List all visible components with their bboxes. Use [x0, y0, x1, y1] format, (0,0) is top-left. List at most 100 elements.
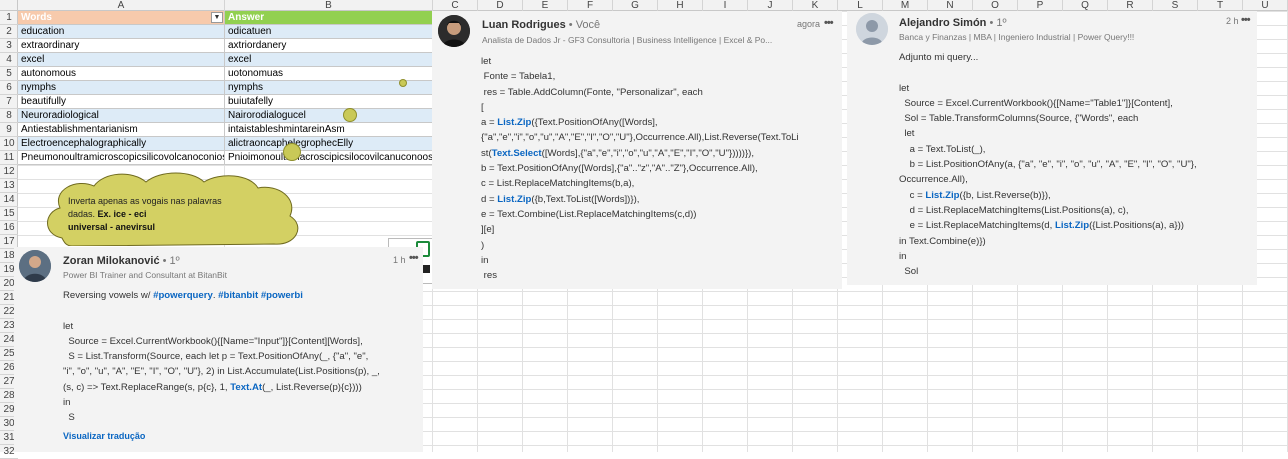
inline-link[interactable]: #powerquery	[153, 290, 213, 301]
inline-link[interactable]: Text.At	[230, 382, 262, 393]
column-header-u[interactable]: U	[1243, 0, 1288, 11]
column-header-m[interactable]: M	[883, 0, 928, 11]
row-header-10[interactable]: 10	[0, 137, 18, 151]
cell-answer[interactable]: intaistableshmintareinAsm	[225, 123, 433, 137]
dropdown-arrow-icon[interactable]: ▼	[211, 12, 223, 23]
column-header-b[interactable]: B	[225, 0, 433, 11]
inline-link[interactable]: List.Zip	[925, 190, 959, 201]
column-header-g[interactable]: G	[613, 0, 658, 11]
cell-word[interactable]: beautifully	[18, 95, 225, 109]
code-line: "i", "o", "u", "A", "E", "I", "O", "U"},…	[63, 366, 380, 378]
cell-word[interactable]: Pneumonoultramicroscopicsilicovolcanocon…	[18, 151, 225, 165]
comment-body-luan: let Fonte = Tabela1, res = Table.AddColu…	[481, 54, 799, 283]
code-line: st(Text.Select([Words],{"a","e","i","o",…	[481, 147, 755, 159]
cell-answer[interactable]: buiutafelly	[225, 95, 433, 109]
row-header-13[interactable]: 13	[0, 179, 18, 193]
row-header-3[interactable]: 3	[0, 39, 18, 53]
code-line: b = List.PositionOfAny(a, {"a", "e", "i"…	[899, 159, 1197, 171]
cell-word[interactable]: Neuroradiological	[18, 109, 225, 123]
cell-word[interactable]: excel	[18, 53, 225, 67]
cell-answer[interactable]: axtriordanery	[225, 39, 433, 53]
code-line: S = List.Transform(Source, each let p = …	[63, 351, 369, 363]
column-header-c[interactable]: C	[433, 0, 478, 11]
column-header-q[interactable]: Q	[1063, 0, 1108, 11]
row-header-6[interactable]: 6	[0, 81, 18, 95]
inline-link[interactable]: #powerbi	[261, 290, 303, 301]
inline-link[interactable]: List.Zip	[497, 194, 531, 205]
cell-word[interactable]: Electroencephalographically	[18, 137, 225, 151]
author-subtitle-alejandro: Banca y Finanzas | MBA | Ingeniero Indus…	[899, 32, 1135, 42]
code-line: S	[63, 412, 75, 424]
cell-answer[interactable]: Nairorodialogucel	[225, 109, 433, 123]
cloud-line-3: universal - anevirsul	[68, 222, 156, 232]
column-header-t[interactable]: T	[1198, 0, 1243, 11]
avatar-zoran[interactable]	[19, 250, 51, 282]
cell-answer[interactable]: odicatuen	[225, 25, 433, 39]
author-name-zoran[interactable]: Zoran Milokanović • 1º	[63, 255, 180, 267]
author-subtitle-luan: Analista de Dados Jr - GF3 Consultoria |…	[482, 35, 773, 45]
column-header-n[interactable]: N	[928, 0, 973, 11]
more-options-icon[interactable]: •••	[824, 17, 834, 29]
code-line: let	[899, 82, 910, 94]
code-line: c = List.Zip({b, List.Reverse(b)}),	[899, 189, 1051, 201]
code-line: in	[481, 254, 489, 266]
row-header-11[interactable]: 11	[0, 151, 18, 165]
inline-link[interactable]: Text.Select	[492, 148, 542, 159]
row-header-16[interactable]: 16	[0, 221, 18, 235]
code-line: Source = Excel.CurrentWorkbook(){[Name="…	[899, 97, 1173, 109]
author-subtitle-zoran: Power BI Trainer and Consultant at Bitan…	[63, 270, 227, 280]
header-words[interactable]: Words	[18, 11, 225, 25]
column-header-p[interactable]: P	[1018, 0, 1063, 11]
row-header-2[interactable]: 2	[0, 25, 18, 39]
column-header-j[interactable]: J	[748, 0, 793, 11]
row-header-15[interactable]: 15	[0, 207, 18, 221]
shape-dot-large	[283, 143, 301, 161]
column-header-f[interactable]: F	[568, 0, 613, 11]
column-header-h[interactable]: H	[658, 0, 703, 11]
author-name-luan[interactable]: Luan Rodrigues • Você	[482, 19, 600, 31]
more-options-icon[interactable]: •••	[409, 252, 419, 264]
code-line: b = Text.PositionOfAny([Words],{"a".."z"…	[481, 163, 758, 175]
row-header-1[interactable]: 1	[0, 11, 18, 25]
row-header-8[interactable]: 8	[0, 109, 18, 123]
column-header-s[interactable]: S	[1153, 0, 1198, 11]
column-header-d[interactable]: D	[478, 0, 523, 11]
timestamp-zoran: 1 h	[393, 255, 406, 265]
translate-link[interactable]: Visualizar tradução	[63, 431, 145, 441]
column-header-o[interactable]: O	[973, 0, 1018, 11]
column-header-e[interactable]: E	[523, 0, 568, 11]
column-header-l[interactable]: L	[838, 0, 883, 11]
cloud-text: Inverta apenas as vogais nas palavras da…	[68, 195, 248, 234]
cell-answer[interactable]: excel	[225, 53, 433, 67]
cell-word[interactable]: nymphs	[18, 81, 225, 95]
shape-dot-small	[399, 79, 407, 87]
row-header-14[interactable]: 14	[0, 193, 18, 207]
inline-link[interactable]: List.Zip	[1055, 220, 1089, 231]
column-header-r[interactable]: R	[1108, 0, 1153, 11]
select-all-corner[interactable]	[0, 0, 18, 11]
more-options-icon[interactable]: •••	[1241, 14, 1251, 26]
row-header-12[interactable]: 12	[0, 165, 18, 179]
avatar-alejandro[interactable]	[856, 13, 888, 45]
cell-word[interactable]: extraordinary	[18, 39, 225, 53]
header-answer[interactable]: Answer	[225, 11, 433, 25]
cell-word[interactable]: Antiestablishmentarianism	[18, 123, 225, 137]
cell-answer[interactable]: Pnioimonoultrimacroscipicsilocovilcanuco…	[225, 151, 433, 165]
avatar-luan[interactable]	[438, 15, 470, 47]
column-header-i[interactable]: I	[703, 0, 748, 11]
cell-word[interactable]: education	[18, 25, 225, 39]
cell-answer[interactable]: alictraoncaphelegrophecElly	[225, 137, 433, 151]
code-line: Reversing vowels w/ #powerquery. #bitanb…	[63, 290, 303, 301]
column-header-a[interactable]: A	[18, 0, 225, 11]
inline-link[interactable]: List.Zip	[497, 117, 531, 128]
code-line: [	[481, 101, 484, 113]
row-header-9[interactable]: 9	[0, 123, 18, 137]
cell-word[interactable]: autonomous	[18, 67, 225, 81]
row-header-5[interactable]: 5	[0, 67, 18, 81]
column-header-k[interactable]: K	[793, 0, 838, 11]
code-line: Fonte = Tabela1,	[481, 71, 556, 83]
row-header-7[interactable]: 7	[0, 95, 18, 109]
inline-link[interactable]: #bitanbit	[218, 290, 258, 301]
row-header-4[interactable]: 4	[0, 53, 18, 67]
author-name-alejandro[interactable]: Alejandro Simón • 1º	[899, 17, 1007, 29]
